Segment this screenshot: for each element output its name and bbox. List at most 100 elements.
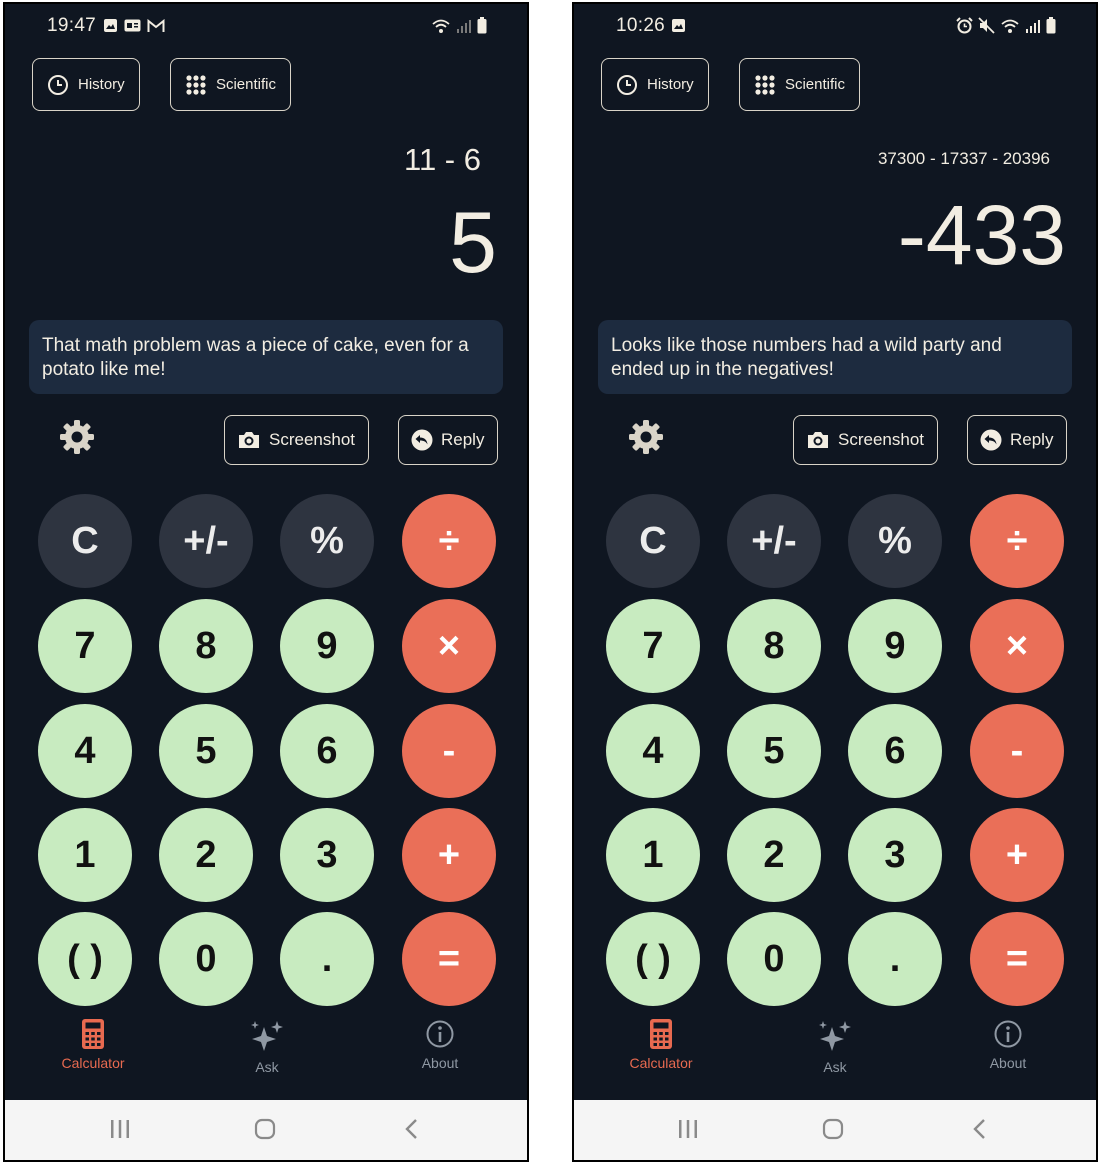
result-display: -433 (897, 188, 1066, 282)
digit-5-key[interactable]: 5 (727, 704, 821, 798)
reply-icon (411, 429, 433, 451)
status-bar: 10:26 (574, 4, 1096, 48)
back-icon[interactable] (401, 1118, 423, 1140)
digit-0-key[interactable]: 0 (727, 912, 821, 1006)
parentheses-key[interactable]: ( ) (606, 912, 700, 1006)
nav-ask[interactable]: Ask (775, 1019, 895, 1075)
mail-icon (147, 18, 165, 32)
add-key[interactable]: + (970, 808, 1064, 902)
camera-icon (239, 432, 259, 448)
screenshot-button[interactable]: Screenshot (224, 415, 369, 465)
equals-key[interactable]: = (402, 912, 496, 1006)
digit-3-key[interactable]: 3 (848, 808, 942, 902)
status-time: 19:47 (47, 15, 97, 36)
nav-about[interactable]: About (380, 1019, 500, 1071)
nav-calculator[interactable]: Calculator (33, 1019, 153, 1071)
digit-2-key[interactable]: 2 (727, 808, 821, 902)
percent-key[interactable]: % (280, 494, 374, 588)
digit-0-key[interactable]: 0 (159, 912, 253, 1006)
info-icon (994, 1020, 1022, 1048)
digit-1-key[interactable]: 1 (606, 808, 700, 902)
digit-2-key[interactable]: 2 (159, 808, 253, 902)
signal-icon (1026, 19, 1040, 33)
decimal-key[interactable]: . (848, 912, 942, 1006)
expression-display: 37300 - 17337 - 20396 (877, 149, 1050, 168)
nav-calculator[interactable]: Calculator (601, 1019, 721, 1071)
clear-key[interactable]: C (38, 494, 132, 588)
digit-4-key[interactable]: 4 (38, 704, 132, 798)
percent-key[interactable]: % (848, 494, 942, 588)
bottom-nav: Calculator Ask About (574, 1019, 1096, 1099)
reply-label: Reply (441, 430, 485, 449)
subtract-key[interactable]: - (402, 704, 496, 798)
expression-display: 11 - 6 (404, 142, 481, 177)
digit-8-key[interactable]: 8 (159, 599, 253, 693)
screenshot-label: Screenshot (838, 430, 924, 449)
digit-3-key[interactable]: 3 (280, 808, 374, 902)
scientific-button[interactable]: Scientific (739, 58, 860, 111)
settings-button[interactable] (627, 418, 665, 456)
digit-1-key[interactable]: 1 (38, 808, 132, 902)
grid-dots-icon (186, 74, 206, 95)
alarm-icon (956, 17, 973, 34)
battery-icon (477, 17, 487, 34)
battery-icon (1046, 17, 1056, 34)
recent-apps-icon[interactable] (677, 1118, 699, 1140)
nav-ask-label: Ask (255, 1059, 279, 1075)
news-icon (124, 19, 141, 32)
sparkle-icon (251, 1021, 283, 1051)
recent-apps-icon[interactable] (109, 1118, 131, 1140)
system-navigation-bar (574, 1100, 1096, 1160)
reply-button[interactable]: Reply (398, 415, 498, 465)
home-icon[interactable] (822, 1118, 844, 1140)
scientific-button[interactable]: Scientific (170, 58, 291, 111)
digit-7-key[interactable]: 7 (38, 599, 132, 693)
digit-6-key[interactable]: 6 (848, 704, 942, 798)
history-button[interactable]: History (601, 58, 709, 111)
digit-8-key[interactable]: 8 (727, 599, 821, 693)
decimal-key[interactable]: . (280, 912, 374, 1006)
plus-minus-key[interactable]: +/- (727, 494, 821, 588)
clock-icon (617, 74, 637, 95)
gallery-icon (104, 19, 117, 32)
settings-button[interactable] (58, 418, 96, 456)
parentheses-key[interactable]: ( ) (38, 912, 132, 1006)
ai-comment-banner: That math problem was a piece of cake, e… (29, 320, 503, 394)
status-time: 10:26 (616, 15, 666, 36)
divide-key[interactable]: ÷ (402, 494, 496, 588)
multiply-key[interactable]: × (970, 599, 1064, 693)
mute-icon (978, 17, 995, 34)
digit-9-key[interactable]: 9 (280, 599, 374, 693)
divide-key[interactable]: ÷ (970, 494, 1064, 588)
clear-key[interactable]: C (606, 494, 700, 588)
system-navigation-bar (5, 1100, 527, 1160)
back-icon[interactable] (969, 1118, 991, 1140)
bottom-nav: Calculator Ask About (5, 1019, 527, 1099)
home-icon[interactable] (254, 1118, 276, 1140)
add-key[interactable]: + (402, 808, 496, 902)
subtract-key[interactable]: - (970, 704, 1064, 798)
ai-comment-banner: Looks like those numbers had a wild part… (598, 320, 1072, 394)
screenshot-label: Screenshot (269, 430, 355, 449)
history-label: History (647, 76, 694, 93)
system-status-icons (431, 17, 487, 34)
digit-5-key[interactable]: 5 (159, 704, 253, 798)
plus-minus-key[interactable]: +/- (159, 494, 253, 588)
multiply-key[interactable]: × (402, 599, 496, 693)
digit-7-key[interactable]: 7 (606, 599, 700, 693)
phone-screen-left: 19:47 History Scientific 11 - 6 5 That m… (3, 2, 529, 1162)
wifi-icon (432, 19, 450, 33)
signal-icon (457, 19, 471, 33)
system-status-icons (956, 17, 1056, 34)
digit-4-key[interactable]: 4 (606, 704, 700, 798)
nav-about[interactable]: About (948, 1019, 1068, 1071)
equals-key[interactable]: = (970, 912, 1064, 1006)
camera-icon (808, 432, 828, 448)
reply-button[interactable]: Reply (967, 415, 1067, 465)
digit-6-key[interactable]: 6 (280, 704, 374, 798)
nav-ask[interactable]: Ask (207, 1019, 327, 1075)
screenshot-button[interactable]: Screenshot (793, 415, 938, 465)
reply-label: Reply (1010, 430, 1054, 449)
digit-9-key[interactable]: 9 (848, 599, 942, 693)
history-button[interactable]: History (32, 58, 140, 111)
